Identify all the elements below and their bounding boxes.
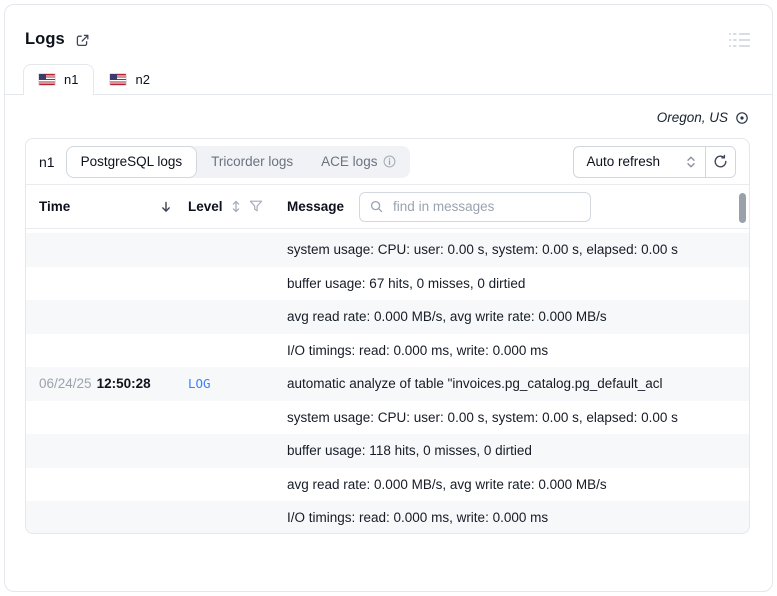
log-row[interactable]: system usage: CPU: user: 0.00 s, system:… (26, 233, 749, 267)
log-timestamp: 06/24/25 12:50:28 (39, 376, 188, 391)
log-row[interactable]: I/O timings: read: 0.000 ms, write: 0.00… (26, 334, 749, 368)
tab-label: n1 (64, 72, 79, 87)
log-level: LOG (188, 376, 211, 392)
sort-desc-icon[interactable] (160, 201, 172, 213)
tab-ace-logs[interactable]: ACE logs (307, 146, 410, 178)
log-date: 06/24/25 (39, 376, 92, 392)
tab-label: n2 (135, 72, 150, 87)
auto-refresh-select[interactable]: Auto refresh (574, 147, 705, 177)
logs-panel: n1 PostgreSQL logs Tricorder logs ACE lo… (25, 138, 750, 534)
logs-widget: Logs n1 n2 Oregon, US n1 PostgreSQL logs… (4, 4, 773, 592)
logs-toolbar: n1 PostgreSQL logs Tricorder logs ACE lo… (26, 139, 749, 185)
log-source-switcher: PostgreSQL logs Tricorder logs ACE logs (65, 145, 411, 178)
log-row[interactable]: avg read rate: 0.000 MB/s, avg write rat… (26, 300, 749, 334)
region-label: Oregon, US (656, 110, 728, 125)
info-icon (383, 155, 396, 168)
log-message: buffer usage: 67 hits, 0 misses, 0 dirti… (287, 275, 526, 291)
location-icon (735, 111, 749, 125)
widget-menu-icon[interactable] (729, 30, 750, 49)
log-message: system usage: CPU: user: 0.00 s, system:… (287, 242, 678, 258)
tab-n1[interactable]: n1 (23, 64, 95, 95)
log-message: system usage: CPU: user: 0.00 s, system:… (287, 409, 678, 425)
column-message: Message (287, 199, 345, 214)
log-row[interactable]: 06/24/25 12:50:28 LOG automatic analyze … (26, 367, 749, 401)
filter-icon[interactable] (249, 200, 263, 213)
scrollbar-thumb[interactable] (739, 193, 746, 223)
log-message: avg read rate: 0.000 MB/s, avg write rat… (287, 476, 607, 492)
log-message: avg read rate: 0.000 MB/s, avg write rat… (287, 309, 607, 325)
sort-both-icon[interactable] (231, 200, 241, 213)
column-level: Level (188, 199, 223, 214)
log-row[interactable]: buffer usage: 67 hits, 0 misses, 0 dirti… (26, 267, 749, 301)
endpoint-tabbar: n1 n2 (5, 64, 772, 95)
external-link-icon[interactable] (75, 33, 90, 48)
log-message: buffer usage: 118 hits, 0 misses, 0 dirt… (287, 443, 532, 459)
log-row[interactable]: I/O timings: read: 0.000 ms, write: 0.00… (26, 501, 749, 533)
region-row: Oregon, US (5, 95, 772, 138)
log-row[interactable]: system usage: CPU: user: 0.00 s, system:… (26, 401, 749, 435)
tab-n2[interactable]: n2 (94, 64, 165, 95)
message-search (359, 191, 592, 222)
refresh-button[interactable] (705, 146, 735, 177)
tab-postgresql-logs[interactable]: PostgreSQL logs (65, 145, 198, 178)
search-input[interactable] (391, 198, 581, 215)
us-flag-icon (109, 73, 127, 86)
widget-header: Logs (5, 5, 772, 49)
select-chevrons-icon (686, 155, 696, 169)
log-message: I/O timings: read: 0.000 ms, write: 0.00… (287, 342, 549, 358)
log-time: 12:50:28 (96, 376, 151, 392)
log-rows: system usage: CPU: user: 0.00 s, system:… (26, 229, 749, 533)
log-message: I/O timings: read: 0.000 ms, write: 0.00… (287, 510, 549, 526)
column-time: Time (39, 199, 71, 214)
page-title: Logs (25, 30, 65, 48)
instance-label: n1 (39, 153, 55, 170)
us-flag-icon (38, 73, 56, 86)
refresh-controls: Auto refresh (573, 145, 736, 178)
search-icon (370, 200, 383, 213)
table-header: Time Level Message find in messages (26, 185, 749, 229)
tab-tricorder-logs[interactable]: Tricorder logs (197, 146, 307, 178)
log-message: automatic analyze of table "invoices.pg_… (287, 376, 663, 392)
log-row[interactable]: avg read rate: 0.000 MB/s, avg write rat… (26, 468, 749, 502)
log-row[interactable]: buffer usage: 118 hits, 0 misses, 0 dirt… (26, 434, 749, 468)
